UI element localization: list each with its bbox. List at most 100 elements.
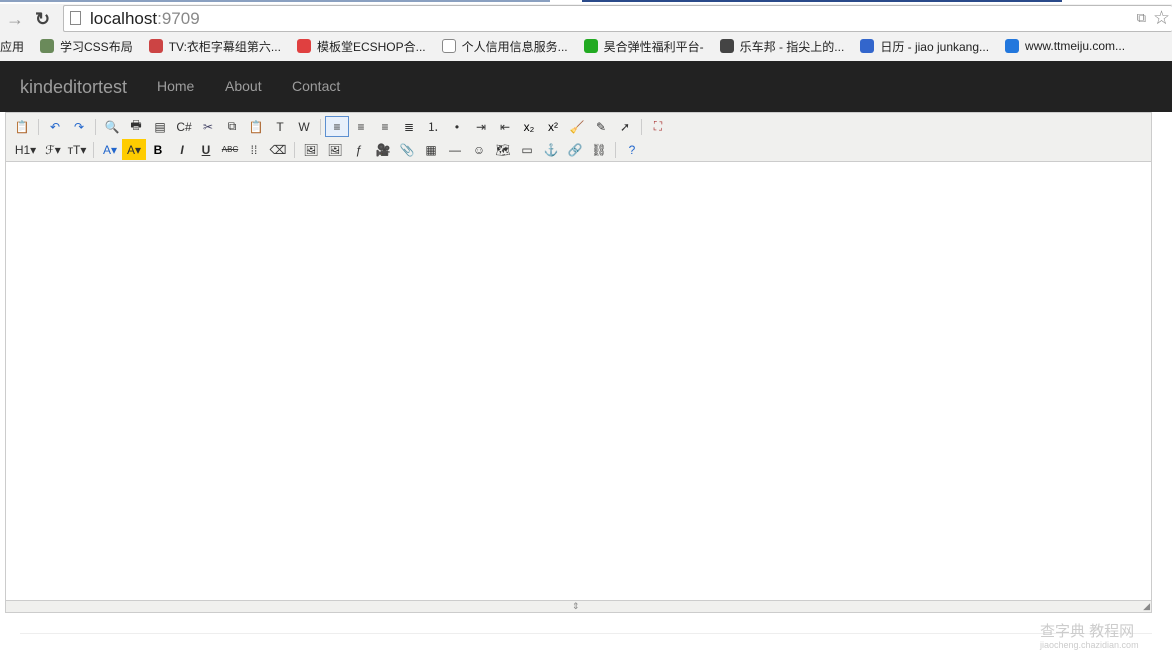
undo-icon[interactable]: ↶ (43, 116, 67, 137)
bookmark-label: 个人信用信息服务... (461, 39, 568, 54)
nav-home[interactable]: Home (157, 78, 194, 94)
code-icon[interactable]: C# (172, 116, 196, 137)
bookmarks-bar: 应用 学习CSS布局 TV:衣柜字幕组第六... 模板堂ECSHOP合... 个人信用信… (0, 35, 1141, 57)
lineheight-icon[interactable]: ⁞⁞ (242, 139, 266, 160)
template-icon[interactable]: ▤ (148, 116, 172, 137)
bookmark-item[interactable]: TV:衣柜字幕组第六... (148, 38, 281, 55)
pencil-site-icon (40, 39, 55, 53)
ttmeiju-icon (1005, 39, 1020, 53)
tab-strip (0, 0, 1172, 4)
green-hex-icon (583, 39, 598, 53)
nav-about[interactable]: About (225, 78, 262, 94)
quickformat-icon[interactable]: ✎ (589, 116, 613, 137)
translate-icon[interactable]: ⧉ (1137, 10, 1146, 26)
toolbar-separator (93, 141, 94, 158)
multiimage-icon[interactable]: 🖼 (323, 139, 347, 160)
toolbar-separator (95, 118, 96, 135)
emoticons-icon[interactable]: ☺ (467, 139, 491, 160)
bold-icon[interactable]: B (146, 139, 170, 160)
fontname-icon[interactable]: ℱ▾ (41, 139, 65, 160)
toolbar-row-2: H1▾ ℱ▾ тT▾ A▾ A▾ B I U ABC ⁞⁞ ⌫ 🖼 🖼 ƒ 🎥 📎 ▦ — ☺ 🗺 ▭ ⚓ 🔗 ⛓? (10, 138, 1147, 161)
resize-grip-icon[interactable]: ⇕ (572, 601, 580, 612)
address-bar[interactable]: localhost:9709 ⧉ ☆ (63, 5, 1172, 32)
removeformat-icon[interactable]: ⌫ (266, 139, 290, 160)
watermark-logo: 查字典 教程网 (1040, 623, 1135, 640)
subscript-icon[interactable]: x₂ (517, 116, 541, 137)
unlink-icon[interactable]: ⛓ (587, 139, 611, 160)
print-icon[interactable]: 🖶 (124, 116, 148, 137)
resize-corner-icon[interactable]: ◢ (1143, 601, 1150, 612)
bookmark-item[interactable]: www.ttmeiju.com... (1005, 39, 1125, 53)
kindeditor: 📋 ↶ ↷ 🔍 🖶 ▤ C# ✂ ⧉ 📋 T W ≡ ≡ ≡ ≣ ⒈ • ⇥ ⇤ x₂ x² 🧹 ✎ ➚ ⛶ H1▾ ℱ▾ тT▾ A▾… (5, 112, 1152, 613)
navbar: kindeditortest Home About Contact (0, 61, 1172, 112)
bookmark-item[interactable]: 模板堂ECSHOP合... (296, 38, 426, 55)
link-icon[interactable]: 🔗 (563, 139, 587, 160)
star-icon[interactable]: ☆ (1153, 7, 1170, 30)
bookmark-item[interactable]: 日历 - jiao junkang... (860, 38, 989, 55)
insertfile-icon[interactable]: 📎 (395, 139, 419, 160)
toolbar-separator (38, 118, 39, 135)
bookmark-item[interactable]: 乐车邦 - 指尖上的... (719, 38, 845, 55)
justifyleft-icon[interactable]: ≡ (325, 116, 349, 137)
insertunorderedlist-icon[interactable]: • (445, 116, 469, 137)
selectall-icon[interactable]: ➚ (613, 116, 637, 137)
insertorderedlist-icon[interactable]: ⒈ (421, 116, 445, 137)
toolbar-separator (320, 118, 321, 135)
fontsize-icon[interactable]: тT▾ (65, 139, 89, 160)
nav-contact[interactable]: Contact (292, 78, 340, 94)
clearhtml-icon[interactable]: 🧹 (565, 116, 589, 137)
forward-icon[interactable]: → (6, 9, 24, 30)
bookmark-label: www.ttmeiju.com... (1025, 39, 1126, 53)
bookmark-item[interactable]: 昊合弹性福利平台- (583, 38, 704, 55)
anchor-icon[interactable]: ⚓ (539, 139, 563, 160)
bookmark-label: 乐车邦 - 指尖上的... (739, 39, 845, 54)
toolbar-row-1: 📋 ↶ ↷ 🔍 🖶 ▤ C# ✂ ⧉ 📋 T W ≡ ≡ ≡ ≣ ⒈ • ⇥ ⇤ x₂ x² 🧹 ✎ ➚ ⛶ (10, 115, 1147, 138)
bookmark-label: 应用 (0, 39, 25, 54)
reload-icon[interactable]: ↻ (35, 9, 50, 30)
redo-icon[interactable]: ↷ (67, 116, 91, 137)
brand-link[interactable]: kindeditortest (20, 77, 127, 98)
cut-icon[interactable]: ✂ (196, 116, 220, 137)
paste-icon[interactable]: 📋 (244, 116, 268, 137)
fullscreen-icon[interactable]: ⛶ (646, 116, 670, 137)
bookmark-item[interactable]: 个人信用信息服务... (441, 38, 568, 55)
outdent-icon[interactable]: ⇤ (493, 116, 517, 137)
copy-icon[interactable]: ⧉ (220, 116, 244, 137)
pagebreak-icon[interactable]: ▭ (515, 139, 539, 160)
source-icon[interactable]: 📋 (10, 116, 34, 137)
forecolor-icon[interactable]: A▾ (98, 139, 122, 160)
watermark-url: jiaocheng.chazidian.com (1040, 640, 1139, 650)
hr-icon[interactable]: — (443, 139, 467, 160)
superscript-icon[interactable]: x² (541, 116, 565, 137)
url-text: localhost:9709 (90, 9, 200, 29)
preview-icon[interactable]: 🔍 (100, 116, 124, 137)
justifyright-icon[interactable]: ≡ (373, 116, 397, 137)
bookmark-label: 学习CSS布局 (60, 39, 133, 54)
justifyfull-icon[interactable]: ≣ (397, 116, 421, 137)
editor-statusbar: ⇕ ◢ (6, 600, 1151, 612)
toolbar-separator (641, 118, 642, 135)
flash-icon[interactable]: ƒ (347, 139, 371, 160)
hilitecolor-icon[interactable]: A▾ (122, 139, 146, 160)
toolbar-separator (294, 141, 295, 158)
indent-icon[interactable]: ⇥ (469, 116, 493, 137)
plainpaste-icon[interactable]: T (268, 116, 292, 137)
bookmark-item[interactable]: 学习CSS布局 (40, 38, 133, 55)
image-icon[interactable]: 🖼 (299, 139, 323, 160)
editor-content-area[interactable] (6, 162, 1151, 600)
formatblock-icon[interactable]: H1▾ (10, 139, 41, 160)
baidumap-icon[interactable]: 🗺 (491, 139, 515, 160)
justifycenter-icon[interactable]: ≡ (349, 116, 373, 137)
table-icon[interactable]: ▦ (419, 139, 443, 160)
bookmark-label: 模板堂ECSHOP合... (316, 39, 426, 54)
wordpaste-icon[interactable]: W (292, 116, 316, 137)
lechebang-icon (719, 39, 734, 53)
underline-icon[interactable]: U (194, 139, 218, 160)
italic-icon[interactable]: I (170, 139, 194, 160)
strikethrough-icon[interactable]: ABC (218, 139, 242, 160)
lion-site-icon (148, 39, 163, 53)
bookmark-item[interactable]: 应用 (0, 38, 24, 55)
about-icon[interactable]: ? (620, 139, 644, 160)
media-icon[interactable]: 🎥 (371, 139, 395, 160)
ec-site-icon (296, 39, 311, 53)
